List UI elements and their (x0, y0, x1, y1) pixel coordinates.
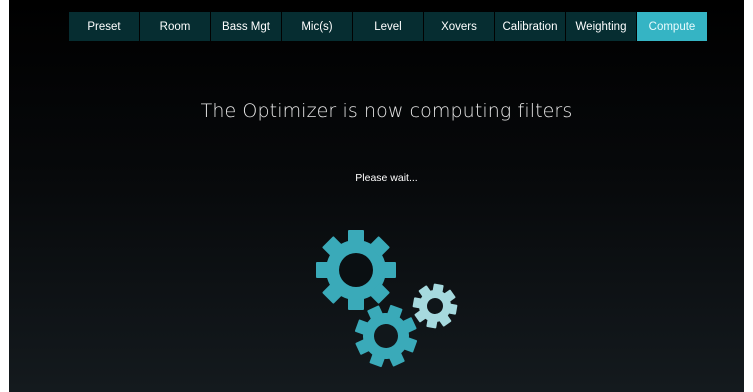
app-frame: Preset Room Bass Mgt Mic(s) Level Xovers… (9, 0, 744, 392)
gear-large-icon (316, 230, 396, 310)
gears-icon (316, 230, 458, 368)
gear-small-icon (412, 283, 458, 329)
